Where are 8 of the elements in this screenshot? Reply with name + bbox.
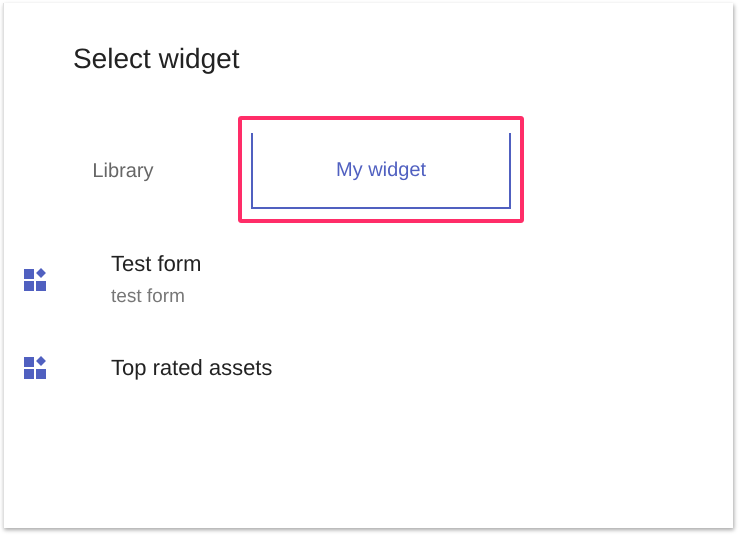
tab[interactable]: Library — [28, 133, 218, 209]
widget-name[interactable]: Test form — [111, 249, 202, 279]
widget-name[interactable]: Top rated assets — [111, 353, 272, 383]
tab[interactable]: My widget — [251, 133, 511, 209]
dialog-title: Select widget — [72, 42, 241, 76]
widgets-icon — [23, 355, 49, 381]
widgets-icon — [23, 267, 49, 293]
widget-description: test form — [111, 285, 186, 309]
